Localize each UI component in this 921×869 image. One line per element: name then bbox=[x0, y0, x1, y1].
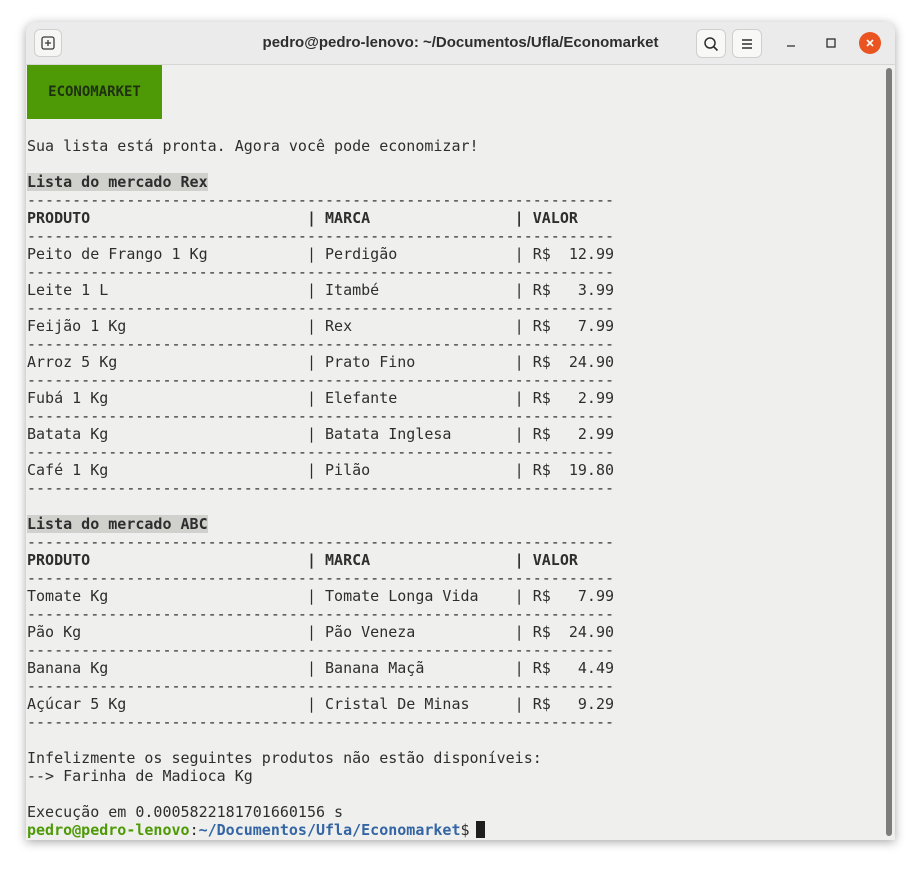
unavailable-item: --> Farinha de Madioca Kg bbox=[27, 767, 253, 785]
table-header: PRODUTO | MARCA | VALOR bbox=[27, 209, 578, 227]
table-row: Café 1 Kg | Pilão | R$ 19.80 bbox=[27, 461, 614, 479]
new-tab-button[interactable] bbox=[34, 29, 62, 57]
separator-line: ----------------------------------------… bbox=[27, 227, 614, 245]
separator-line: ----------------------------------------… bbox=[27, 191, 614, 209]
close-button[interactable] bbox=[859, 32, 881, 54]
search-button[interactable] bbox=[696, 29, 726, 58]
shell-prompt[interactable]: pedro@pedro-lenovo:~/Documentos/Ufla/Eco… bbox=[27, 821, 485, 839]
title-bar[interactable]: pedro@pedro-lenovo: ~/Documentos/Ufla/Ec… bbox=[26, 22, 895, 65]
unavailable-message: Infelizmente os seguintes produtos não e… bbox=[27, 749, 542, 767]
intro-line: Sua lista está pronta. Agora você pode e… bbox=[27, 137, 479, 155]
table-row: Banana Kg | Banana Maçã | R$ 4.49 bbox=[27, 659, 614, 677]
table-row: Leite 1 L | Itambé | R$ 3.99 bbox=[27, 281, 614, 299]
table-row: Fubá 1 Kg | Elefante | R$ 2.99 bbox=[27, 389, 614, 407]
separator-line: ----------------------------------------… bbox=[27, 371, 614, 389]
store-title: Lista do mercado ABC bbox=[27, 515, 208, 533]
table-row: Batata Kg | Batata Inglesa | R$ 2.99 bbox=[27, 425, 614, 443]
separator-line: ----------------------------------------… bbox=[27, 407, 614, 425]
table-row: Arroz 5 Kg | Prato Fino | R$ 24.90 bbox=[27, 353, 614, 371]
separator-line: ----------------------------------------… bbox=[27, 605, 614, 623]
prompt-path: ~/Documentos/Ufla/Economarket bbox=[198, 821, 461, 839]
separator-line: ----------------------------------------… bbox=[27, 263, 614, 281]
separator-line: ----------------------------------------… bbox=[27, 533, 614, 551]
menu-button[interactable] bbox=[732, 29, 762, 58]
separator-line: ----------------------------------------… bbox=[27, 443, 614, 461]
separator-line: ----------------------------------------… bbox=[27, 569, 614, 587]
text-cursor bbox=[475, 821, 485, 838]
separator-line: ----------------------------------------… bbox=[27, 479, 614, 497]
minimize-button[interactable] bbox=[778, 30, 804, 56]
window-title: pedro@pedro-lenovo: ~/Documentos/Ufla/Ec… bbox=[262, 34, 659, 51]
table-row: Feijão 1 Kg | Rex | R$ 7.99 bbox=[27, 317, 614, 335]
separator-line: ----------------------------------------… bbox=[27, 713, 614, 731]
separator-line: ----------------------------------------… bbox=[27, 641, 614, 659]
table-row: Tomate Kg | Tomate Longa Vida | R$ 7.99 bbox=[27, 587, 614, 605]
store-title: Lista do mercado Rex bbox=[27, 173, 208, 191]
table-header: PRODUTO | MARCA | VALOR bbox=[27, 551, 578, 569]
separator-line: ----------------------------------------… bbox=[27, 299, 614, 317]
scrollbar[interactable] bbox=[886, 68, 892, 836]
hamburger-menu-icon bbox=[742, 38, 752, 49]
table-row: Açúcar 5 Kg | Cristal De Minas | R$ 9.29 bbox=[27, 695, 614, 713]
prompt-separator: : bbox=[189, 821, 199, 839]
prompt-symbol: $ bbox=[460, 821, 470, 839]
search-icon bbox=[704, 36, 719, 51]
table-row: Pão Kg | Pão Veneza | R$ 24.90 bbox=[27, 623, 614, 641]
separator-line: ----------------------------------------… bbox=[27, 335, 614, 353]
table-row: Peito de Frango 1 Kg | Perdigão | R$ 12.… bbox=[27, 245, 614, 263]
separator-line: ----------------------------------------… bbox=[27, 677, 614, 695]
new-tab-icon bbox=[41, 36, 55, 50]
close-icon bbox=[866, 39, 874, 47]
maximize-icon bbox=[826, 38, 836, 48]
maximize-button[interactable] bbox=[818, 30, 844, 56]
terminal-window: pedro@pedro-lenovo: ~/Documentos/Ufla/Ec… bbox=[26, 22, 895, 840]
execution-time: Execução em 0.0005822181701660156 s bbox=[27, 803, 344, 821]
prompt-user: pedro@pedro-lenovo bbox=[27, 821, 190, 839]
terminal-output[interactable]: ECONOMARKET Sua lista está pronta. Agora… bbox=[26, 65, 881, 840]
minimize-icon bbox=[787, 45, 795, 47]
